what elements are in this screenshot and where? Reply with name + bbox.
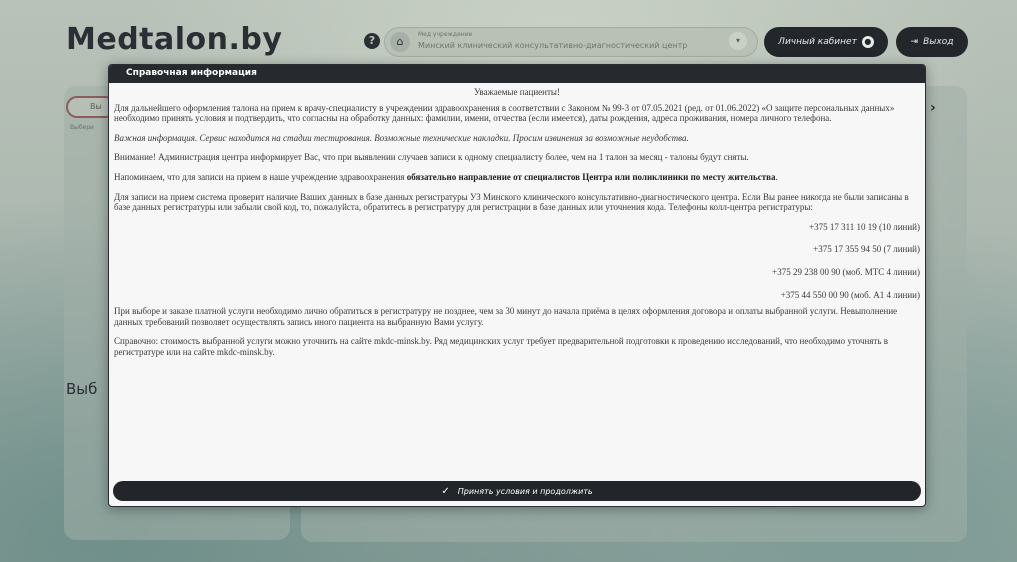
check-icon: ✓ — [441, 485, 450, 497]
registry-paragraph: Для записи на прием система проверит нал… — [114, 191, 909, 213]
attention-paragraph: Внимание! Администрация центра информиру… — [114, 152, 749, 163]
info-modal: Справочная информация Уважаемые пациенты… — [108, 64, 926, 507]
institution-value: Минский клинический консультативно-диагн… — [418, 41, 688, 50]
accept-label: Принять условия и продолжить — [457, 486, 593, 496]
greeting-text: Уважаемые пациенты! — [474, 87, 560, 97]
modal-body: Уважаемые пациенты! Для дальнейшего офор… — [114, 87, 920, 477]
modal-title: Справочная информация — [126, 68, 257, 78]
hospital-icon: ⌂ — [390, 32, 410, 52]
phone-line: +375 17 311 10 19 (10 линий) — [809, 221, 920, 232]
consent-paragraph: Для дальнейшего оформления талона на при… — [114, 102, 895, 124]
institution-caption: Мед учреждение — [418, 31, 473, 38]
phone-line: +375 17 355 94 50 (7 линий) — [813, 244, 920, 255]
user-icon: ● — [861, 36, 874, 48]
institution-select[interactable]: ⌂ Мед учреждение Минский клинический кон… — [384, 27, 758, 57]
modal-header: Справочная информация — [109, 65, 925, 83]
reference-paragraph: Справочно: стоимость выбранной услуги мо… — [114, 336, 888, 357]
choose-heading-fragment: Выб — [66, 380, 98, 398]
chevron-right-icon[interactable]: › — [930, 100, 936, 116]
reminder-suffix: . — [775, 171, 778, 182]
testing-notice: Важная информация. Сервис находится на с… — [114, 132, 689, 143]
reminder-prefix: Напоминаем, что для записи на прием в на… — [114, 171, 407, 182]
reminder-paragraph: Напоминаем, что для записи на прием в на… — [114, 172, 920, 183]
logout-icon: ⇥ — [910, 37, 919, 47]
help-icon[interactable]: ? — [364, 33, 380, 49]
phone-line: +375 29 238 00 90 (моб. МТС 4 линии) — [772, 266, 920, 277]
chevron-down-icon[interactable]: ▾ — [729, 32, 747, 50]
personal-cabinet-button[interactable]: Личный кабинет ● — [764, 27, 888, 57]
logout-button[interactable]: ⇥ Выход — [896, 27, 968, 57]
phone-line: +375 44 550 00 90 (моб. А1 4 линии) — [780, 289, 920, 300]
paid-service-paragraph: При выборе и заказе платной услуги необх… — [114, 306, 898, 327]
left-panel-caption: Выбери — [70, 124, 94, 131]
reminder-bold: обязательно направление от специалистов … — [406, 171, 776, 182]
accept-conditions-button[interactable]: ✓ Принять условия и продолжить — [113, 481, 921, 501]
site-logo[interactable]: Medtalon.by — [66, 22, 282, 57]
personal-cabinet-label: Личный кабинет — [778, 37, 857, 47]
left-pill-label: Вы — [90, 102, 102, 111]
logout-label: Выход — [923, 37, 954, 47]
